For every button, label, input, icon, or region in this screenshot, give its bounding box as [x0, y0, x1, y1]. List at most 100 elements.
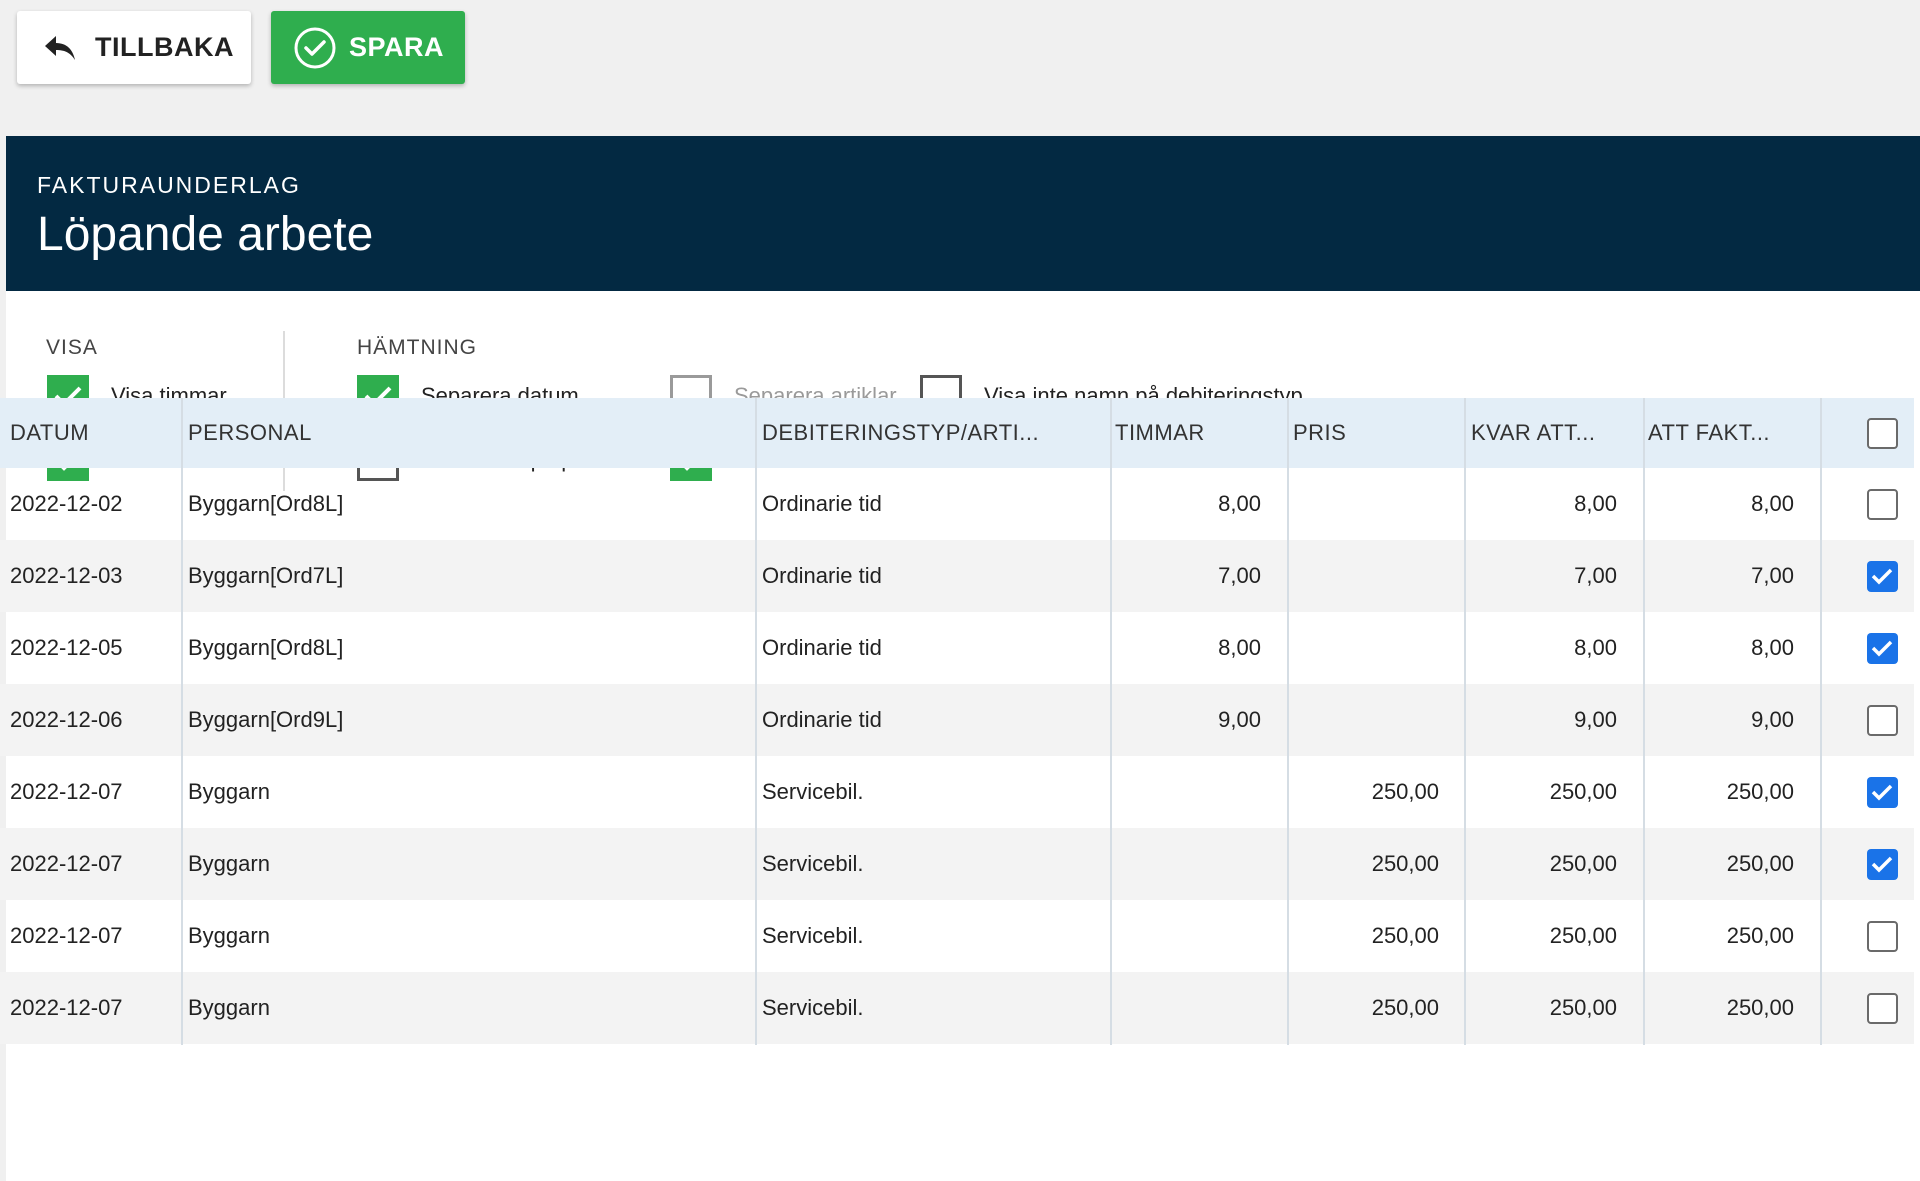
- cell-datum: 2022-12-07: [10, 923, 123, 948]
- save-button[interactable]: SPARA: [271, 11, 465, 84]
- table-body: 2022-12-02 Byggarn[Ord8L] Ordinarie tid 8,0…: [0, 468, 1914, 1044]
- cell-personal: Byggarn[Ord8L]: [188, 635, 344, 660]
- cell-pris: [1288, 684, 1439, 756]
- table-row[interactable]: 2022-12-07 Byggarn Servicebil. 250,00 250,00…: [0, 900, 1914, 972]
- cell-timmar: [1110, 900, 1261, 972]
- cell-timmar: 9,00: [1218, 707, 1261, 732]
- visa-section-label: VISA: [46, 336, 98, 359]
- row-select-cell: [1865, 540, 1899, 612]
- row-select-cell: [1865, 468, 1899, 540]
- row-checkbox[interactable]: [1866, 848, 1898, 880]
- row-select-cell: [1865, 684, 1899, 756]
- entries-table: DATUM PERSONAL DEBITERINGSTYP/ARTI... TI…: [0, 398, 1914, 1044]
- checkmark-icon: [1871, 856, 1893, 873]
- cell-personal: Byggarn[Ord9L]: [188, 707, 344, 732]
- cell-datum: 2022-12-07: [10, 779, 123, 804]
- cell-debiteringstyp: Ordinarie tid: [762, 563, 882, 588]
- cell-pris: [1288, 540, 1439, 612]
- table-row[interactable]: 2022-12-02 Byggarn[Ord8L] Ordinarie tid 8,0…: [0, 468, 1914, 540]
- row-checkbox[interactable]: [1866, 560, 1898, 592]
- table-header-row: DATUM PERSONAL DEBITERINGSTYP/ARTI... TI…: [0, 398, 1914, 468]
- cell-debiteringstyp: Ordinarie tid: [762, 635, 882, 660]
- cell-kvar-att: 8,00: [1574, 635, 1617, 660]
- row-select-cell: [1865, 828, 1899, 900]
- select-all-cell: [1865, 398, 1899, 468]
- cell-timmar: 8,00: [1218, 635, 1261, 660]
- cell-debiteringstyp: Servicebil.: [762, 779, 864, 804]
- cell-pris: 250,00: [1371, 779, 1439, 804]
- checkmark-icon: [1871, 784, 1893, 801]
- row-select-cell: [1865, 900, 1899, 972]
- cell-personal: Byggarn[Ord7L]: [188, 563, 344, 588]
- cell-att-fakt: 250,00: [1726, 923, 1794, 948]
- cell-debiteringstyp: Ordinarie tid: [762, 707, 882, 732]
- cell-kvar-att: 7,00: [1574, 563, 1617, 588]
- table-row[interactable]: 2022-12-07 Byggarn Servicebil. 250,00 250,00…: [0, 756, 1914, 828]
- table-row[interactable]: 2022-12-06 Byggarn[Ord9L] Ordinarie tid 9,0…: [0, 684, 1914, 756]
- table-row[interactable]: 2022-12-07 Byggarn Servicebil. 250,00 250,00…: [0, 972, 1914, 1044]
- row-select-cell: [1865, 972, 1899, 1044]
- check-circle-icon: [294, 27, 336, 68]
- row-checkbox[interactable]: [1866, 920, 1898, 952]
- cell-datum: 2022-12-07: [10, 995, 123, 1020]
- table-row[interactable]: 2022-12-05 Byggarn[Ord8L] Ordinarie tid 8,0…: [0, 612, 1914, 684]
- cell-kvar-att: 250,00: [1549, 851, 1617, 876]
- cell-timmar: 7,00: [1218, 563, 1261, 588]
- cell-datum: 2022-12-02: [10, 491, 123, 516]
- cell-datum: 2022-12-06: [10, 707, 123, 732]
- cell-personal: Byggarn[Ord8L]: [188, 491, 344, 516]
- cell-datum: 2022-12-07: [10, 851, 123, 876]
- column-header-personal[interactable]: PERSONAL: [188, 398, 748, 468]
- column-divider: [1464, 398, 1466, 1045]
- column-header-debiteringstyp[interactable]: DEBITERINGSTYP/ARTI...: [762, 398, 1102, 468]
- checkmark-icon: [1871, 640, 1893, 657]
- cell-att-fakt: 9,00: [1751, 707, 1794, 732]
- cell-att-fakt: 8,00: [1751, 635, 1794, 660]
- row-checkbox[interactable]: [1866, 776, 1898, 808]
- cell-kvar-att: 250,00: [1549, 779, 1617, 804]
- cell-att-fakt: 7,00: [1751, 563, 1794, 588]
- checkmark-icon: [1871, 568, 1893, 585]
- row-checkbox[interactable]: [1866, 632, 1898, 664]
- row-select-cell: [1865, 756, 1899, 828]
- back-button-label: TILLBAKA: [95, 32, 234, 62]
- table-row[interactable]: 2022-12-07 Byggarn Servicebil. 250,00 250,00…: [0, 828, 1914, 900]
- row-select-cell: [1865, 612, 1899, 684]
- column-header-timmar[interactable]: TIMMAR: [1115, 398, 1275, 468]
- cell-timmar: [1110, 828, 1261, 900]
- row-checkbox[interactable]: [1866, 488, 1898, 520]
- column-divider: [1287, 398, 1289, 1045]
- column-header-kvar-att[interactable]: KVAR ATT...: [1471, 398, 1631, 468]
- column-divider: [755, 398, 757, 1045]
- save-button-label: SPARA: [349, 32, 445, 62]
- table-row[interactable]: 2022-12-03 Byggarn[Ord7L] Ordinarie tid 7,0…: [0, 540, 1914, 612]
- back-button[interactable]: TILLBAKA: [17, 11, 251, 84]
- cell-timmar: [1110, 972, 1261, 1044]
- cell-personal: Byggarn: [188, 851, 270, 876]
- cell-pris: 250,00: [1371, 923, 1439, 948]
- cell-debiteringstyp: Servicebil.: [762, 995, 864, 1020]
- toolbar: TILLBAKA SPARA: [17, 11, 465, 84]
- cell-pris: 250,00: [1371, 851, 1439, 876]
- cell-debiteringstyp: Servicebil.: [762, 923, 864, 948]
- cell-att-fakt: 250,00: [1726, 779, 1794, 804]
- card-kicker: FAKTURAUNDERLAG: [37, 172, 301, 198]
- column-header-att-fakt[interactable]: ATT FAKT...: [1648, 398, 1798, 468]
- column-divider: [181, 398, 183, 1045]
- cell-kvar-att: 250,00: [1549, 923, 1617, 948]
- cell-timmar: [1110, 756, 1261, 828]
- cell-debiteringstyp: Servicebil.: [762, 851, 864, 876]
- cell-personal: Byggarn: [188, 923, 270, 948]
- cell-timmar: 8,00: [1218, 491, 1261, 516]
- cell-pris: 250,00: [1371, 995, 1439, 1020]
- hamtning-section-label: HÄMTNING: [357, 336, 477, 359]
- column-divider: [1643, 398, 1645, 1045]
- cell-datum: 2022-12-03: [10, 563, 123, 588]
- select-all-checkbox[interactable]: [1866, 417, 1898, 449]
- row-checkbox[interactable]: [1866, 704, 1898, 736]
- column-header-datum[interactable]: DATUM: [10, 398, 176, 468]
- row-checkbox[interactable]: [1866, 992, 1898, 1024]
- column-header-pris[interactable]: PRIS: [1293, 398, 1453, 468]
- cell-debiteringstyp: Ordinarie tid: [762, 491, 882, 516]
- reply-arrow-icon: [45, 35, 75, 60]
